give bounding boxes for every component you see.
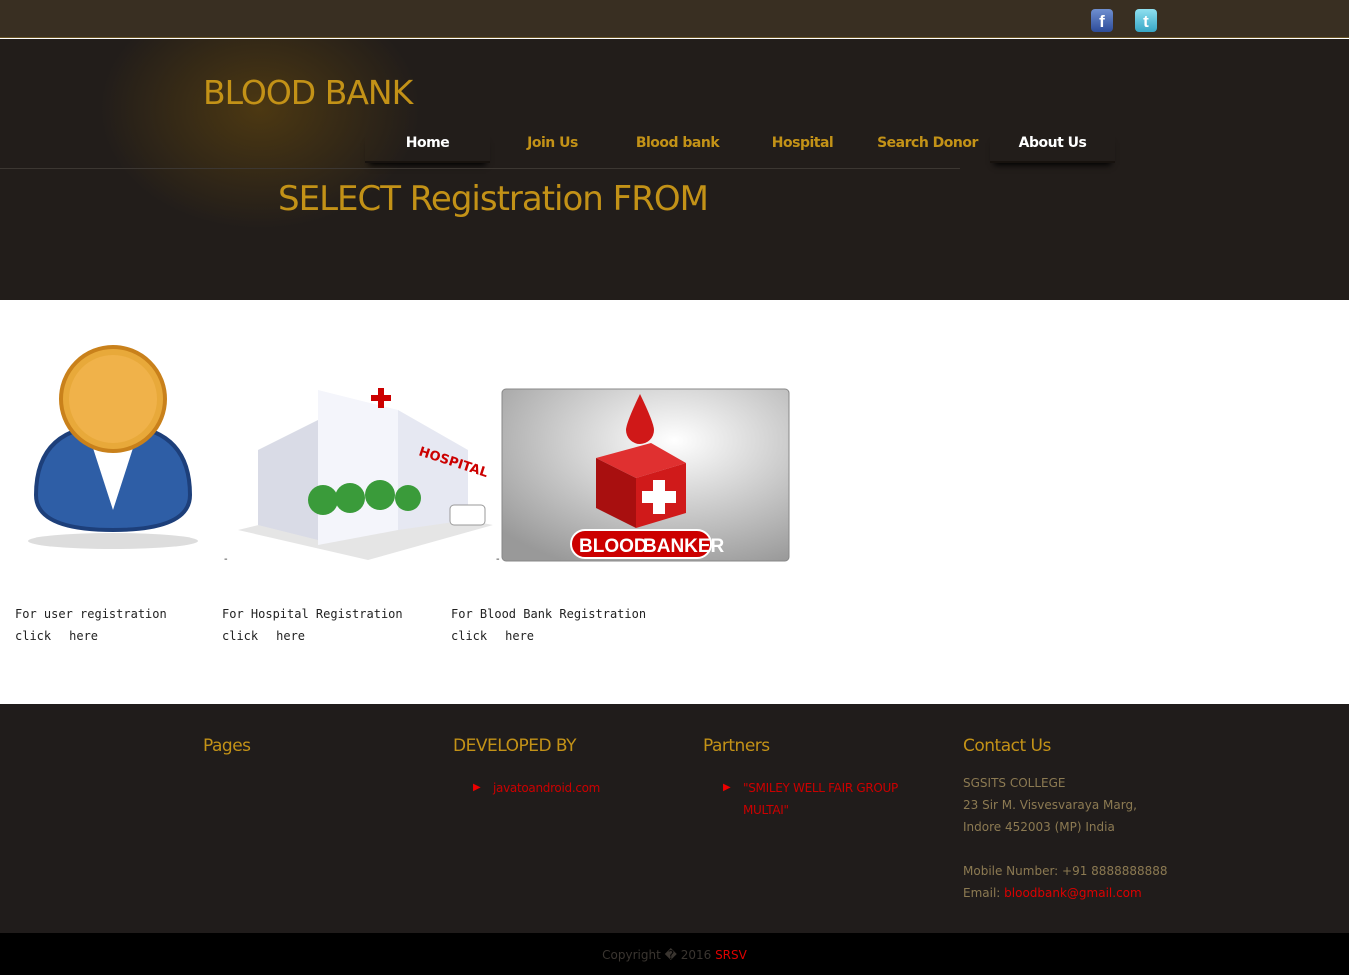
caption-title: For Blood Bank Registration: [451, 607, 647, 621]
user-click-link[interactable]: click: [15, 629, 51, 643]
bloodbank-registration-image[interactable]: BLOOD BANKER: [501, 388, 790, 562]
nav-about-us[interactable]: About Us: [990, 133, 1115, 163]
bloodbank-click-link[interactable]: click: [451, 629, 487, 643]
site-logo[interactable]: BLOOD BANK: [203, 73, 413, 112]
partner-line: MULTAI": [743, 803, 789, 817]
main-nav: Home Join Us Blood bank Hospital Search …: [365, 133, 1115, 163]
user-registration-caption: For user registration click here: [15, 603, 167, 647]
contact-mobile: Mobile Number: +91 8888888888: [963, 864, 1168, 878]
nav-search-donor[interactable]: Search Donor: [865, 133, 990, 163]
footer: Pages DEVELOPED BY ▶ javatoandroid.com Pa…: [0, 704, 1349, 933]
contact-info: SGSITS COLLEGE 23 Sir M. Visvesvaraya Ma…: [963, 772, 1168, 904]
bloodbank-registration-caption: For Blood Bank Registration click here: [451, 603, 646, 647]
copyright-text: Copyright � 2016: [602, 948, 716, 962]
email-label: Email:: [963, 886, 1005, 900]
contact-address: 23 Sir M. Visvesvaraya Marg,: [963, 798, 1137, 812]
developer-link[interactable]: javatoandroid.com: [493, 781, 600, 795]
page-title: SELECT Registration FROM: [278, 179, 709, 219]
user-registration-image[interactable]: [22, 345, 204, 555]
copyright-bar: Copyright � 2016 SRSV: [0, 933, 1349, 975]
partner-link[interactable]: "SMILEY WELL FAIR GROUP MULTAI": [743, 781, 898, 817]
contact-address: Indore 452003 (MP) India: [963, 820, 1115, 834]
nav-home[interactable]: Home: [365, 133, 490, 163]
footer-pages-heading: Pages: [203, 736, 251, 756]
bloodbanker-logo-text-2: BANKER: [643, 536, 725, 557]
bullet-arrow-icon: ▶: [473, 782, 481, 793]
hospital-click-link[interactable]: click: [222, 629, 258, 643]
bloodbank-here-link[interactable]: here: [505, 629, 534, 643]
nav-join-us[interactable]: Join Us: [490, 133, 615, 163]
footer-contact-heading: Contact Us: [963, 736, 1051, 756]
contact-college: SGSITS COLLEGE: [963, 776, 1066, 790]
nav-hospital[interactable]: Hospital: [740, 133, 865, 163]
divider: [0, 168, 960, 169]
twitter-icon[interactable]: t: [1135, 9, 1157, 32]
bloodbanker-logo-text-1: BLOOD: [579, 536, 648, 557]
footer-partners-heading: Partners: [703, 736, 770, 756]
nav-blood-bank[interactable]: Blood bank: [615, 133, 740, 163]
bullet-arrow-icon: ▶: [723, 782, 731, 793]
separator: -: [224, 554, 228, 565]
copyright-link[interactable]: SRSV: [715, 948, 747, 962]
facebook-icon[interactable]: f: [1091, 9, 1113, 32]
caption-title: For user registration: [15, 607, 167, 621]
caption-title: For Hospital Registration: [222, 607, 403, 621]
partner-line: "SMILEY WELL FAIR GROUP: [743, 781, 898, 795]
email-link[interactable]: bloodbank@gmail.com: [1004, 886, 1142, 900]
header: BLOOD BANK Home Join Us Blood bank Hospi…: [0, 39, 1349, 300]
user-here-link[interactable]: here: [69, 629, 98, 643]
separator: -: [496, 554, 500, 565]
hospital-registration-image[interactable]: HOSPITAL: [228, 370, 496, 565]
hospital-registration-caption: For Hospital Registration click here: [222, 603, 403, 647]
top-bar: f t: [0, 0, 1349, 38]
hospital-here-link[interactable]: here: [276, 629, 305, 643]
footer-developed-heading: DEVELOPED BY: [453, 736, 577, 756]
